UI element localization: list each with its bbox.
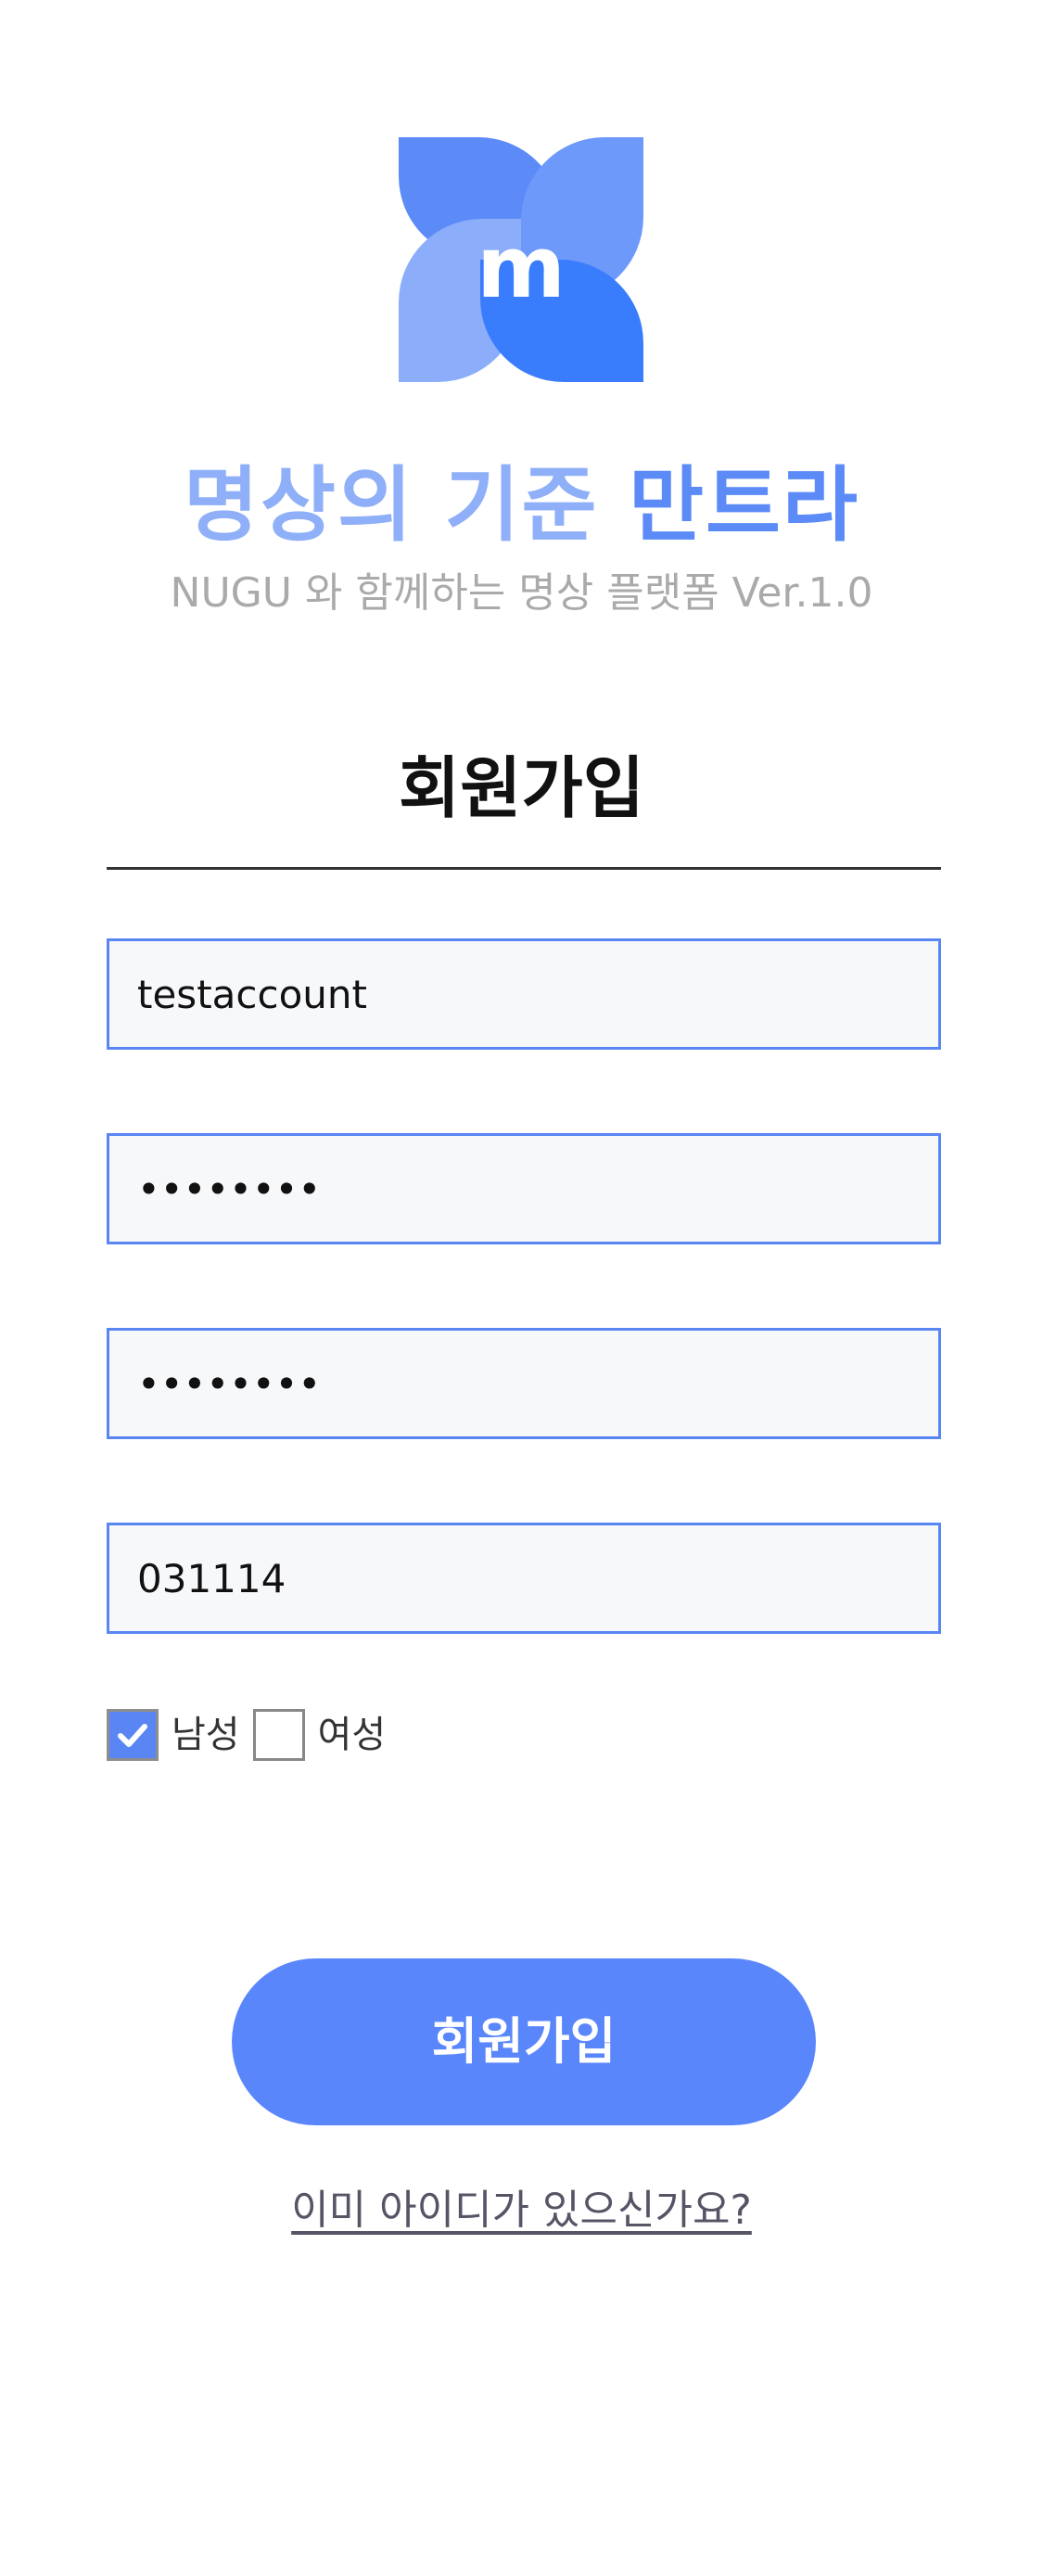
female-label: 여성 — [317, 1714, 387, 1756]
password-confirm-input[interactable] — [107, 1328, 941, 1439]
page-title: 회원가입 — [399, 749, 644, 827]
female-checkbox[interactable] — [252, 1709, 305, 1761]
birthdate-input[interactable] — [107, 1523, 941, 1634]
logo-letter: m — [477, 218, 566, 317]
signup-button[interactable]: 회원가입 — [232, 1958, 816, 2125]
brand-title: 명상의 기준 만트라 — [0, 454, 1043, 556]
id-input[interactable] — [107, 938, 941, 1050]
title-divider — [107, 867, 941, 870]
mantra-logo-icon: m — [399, 137, 643, 382]
brand-subtitle: NUGU 와 함께하는 명상 플랫폼 Ver.1.0 — [170, 569, 873, 617]
login-link[interactable]: 이미 아이디가 있으신가요? — [0, 2181, 1043, 2240]
checkmark-icon — [118, 1724, 147, 1747]
brand-title-part1: 명상의 기준 — [184, 457, 599, 553]
male-checkbox[interactable] — [107, 1709, 159, 1761]
brand-title-part2: 만트라 — [629, 457, 859, 553]
password-input[interactable] — [107, 1133, 941, 1244]
gender-selector: 남성 여성 — [107, 1706, 399, 1764]
male-label: 남성 — [172, 1714, 240, 1756]
